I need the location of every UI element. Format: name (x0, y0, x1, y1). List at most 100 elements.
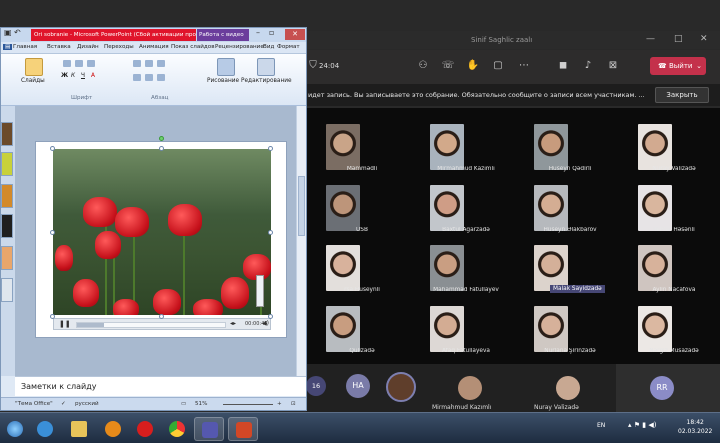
resize-handle[interactable] (159, 146, 164, 151)
resize-handle[interactable] (159, 314, 164, 319)
tab-format[interactable]: Формат (277, 44, 300, 50)
bold-icon[interactable]: Ж (61, 73, 68, 79)
resize-handle[interactable] (50, 146, 55, 151)
participant-tile[interactable]: Aylin Nacafova (618, 235, 720, 297)
avatar-ha[interactable]: HA (346, 374, 370, 398)
ppt-close-button[interactable]: ✕ (285, 29, 305, 40)
resize-handle[interactable] (50, 230, 55, 235)
taskbar-chrome[interactable] (162, 417, 192, 441)
fit-window-icon[interactable]: ⊡ (291, 401, 296, 407)
tab-animation[interactable]: Анимация (139, 44, 169, 50)
notes-pane[interactable]: Заметки к слайду (15, 376, 306, 396)
slide-thumbnail[interactable] (1, 214, 13, 238)
participant-tile[interactable]: USB (306, 175, 410, 237)
participant-tile[interactable]: Afaq Fatullayeva (410, 296, 514, 358)
bullets-icon[interactable] (133, 60, 141, 67)
zoom-slider[interactable] (223, 404, 273, 405)
italic-icon[interactable]: К (71, 73, 75, 79)
editing-label[interactable]: Редактирование (241, 78, 292, 84)
participant-tile[interactable]: Huseyn Qədirli (514, 114, 618, 176)
close-banner-button[interactable]: Закрыть (655, 87, 709, 103)
numbering-icon[interactable] (145, 60, 153, 67)
pause-icon[interactable]: ❚❚ (59, 320, 71, 328)
input-language[interactable]: EN (597, 422, 605, 429)
file-tab[interactable]: ▤ (3, 44, 13, 50)
participant-tile[interactable]: İlkmər Həsənli (618, 175, 720, 237)
maximize-button[interactable]: □ (674, 34, 683, 44)
avatar-rr[interactable]: RR (650, 376, 674, 400)
taskbar-explorer[interactable] (64, 417, 94, 441)
participant-tile[interactable]: Mahammad Fatullayev (410, 235, 514, 297)
normal-view-icon[interactable]: ▭ (181, 401, 186, 407)
tab-home[interactable]: Главная (13, 44, 37, 50)
close-window-button[interactable]: ✕ (700, 34, 708, 44)
participant-tile[interactable]: Malak Sayidzadə (514, 235, 618, 297)
taskbar-opera[interactable] (130, 417, 160, 441)
rooms-icon[interactable]: ▢ (491, 59, 505, 73)
resize-handle[interactable] (268, 146, 273, 151)
editing-icon[interactable] (257, 58, 275, 76)
participant-tile[interactable]: Nərgiz Musazadə (618, 296, 720, 358)
tulips-video-frame[interactable] (53, 149, 271, 315)
align-right-icon[interactable] (157, 74, 165, 81)
taskbar-clock[interactable]: 18:42 02.03.2022 (678, 418, 712, 436)
tab-insert[interactable]: Вставка (47, 44, 71, 50)
avatar-mirmahmud[interactable] (458, 376, 482, 400)
underline-icon[interactable]: Ч (81, 73, 85, 79)
start-button[interactable] (2, 417, 28, 441)
slides-button-label[interactable]: Слайды (21, 78, 45, 84)
resize-handle[interactable] (268, 230, 273, 235)
current-slide[interactable]: ❚❚ ◂▸ 00:00:45 ◀) (35, 136, 287, 338)
font-color-icon[interactable]: A (91, 73, 95, 79)
slide-thumbnail[interactable] (1, 278, 13, 302)
participant-tile[interactable]: rsa Huseynli (306, 235, 410, 297)
tab-review[interactable]: Рецензирование (215, 44, 264, 50)
status-language[interactable]: русский (75, 401, 99, 407)
participant-tile[interactable]: Mirmahmud Kazımlı (410, 114, 514, 176)
participant-tile[interactable]: Qulizadə (306, 296, 410, 358)
microphone-icon[interactable]: ♪ (581, 59, 595, 73)
volume-icon[interactable]: ◀) (262, 320, 269, 327)
undo-icon[interactable]: ↶ (14, 28, 21, 37)
chevron-down-icon[interactable]: ⌄ (696, 57, 702, 75)
taskbar-teams[interactable] (194, 417, 224, 441)
chat-icon[interactable]: ☏ (441, 59, 455, 73)
avatar-nuray[interactable] (556, 376, 580, 400)
zoom-in-icon[interactable]: + (277, 401, 282, 407)
volume-slider[interactable] (256, 275, 264, 307)
indent-icon[interactable] (157, 60, 165, 67)
font-icon[interactable] (63, 60, 71, 67)
participant-tile[interactable]: Nurlana Şirinzadə (514, 296, 618, 358)
save-icon[interactable]: ▣ (4, 28, 12, 37)
avatar-photo[interactable] (386, 372, 416, 402)
tab-view[interactable]: Вид (263, 44, 274, 50)
participant-tile[interactable]: Nuray Valizadə (618, 114, 720, 176)
slide-thumbnail[interactable] (1, 122, 13, 146)
participants-icon[interactable]: ⚇ (416, 59, 430, 73)
drawing-icon[interactable] (217, 58, 235, 76)
seek-bar[interactable] (76, 322, 226, 328)
taskbar-media[interactable] (98, 417, 128, 441)
align-left-icon[interactable] (133, 74, 141, 81)
camera-icon[interactable]: ◼ (556, 59, 570, 73)
tab-transitions[interactable]: Переходы (104, 44, 134, 50)
share-screen-icon[interactable]: ⊠ (606, 59, 620, 73)
taskbar-ie[interactable] (30, 417, 60, 441)
tray-icons[interactable]: ▴ ⚑ ▮ ◀) (628, 421, 656, 429)
more-actions-icon[interactable]: ⋯ (517, 59, 531, 73)
new-slide-icon[interactable] (25, 58, 43, 76)
leave-button[interactable]: ☎ Выйти ⌄ (650, 57, 706, 75)
participant-tile[interactable]: Hüseyn Əlakbarov (514, 175, 618, 237)
font-size-icon[interactable] (75, 60, 83, 67)
participant-tile[interactable]: Baxtul Ağarzadə (410, 175, 514, 237)
rotate-handle[interactable] (159, 136, 164, 141)
align-center-icon[interactable] (145, 74, 153, 81)
resize-handle[interactable] (268, 314, 273, 319)
vertical-scrollbar[interactable] (296, 106, 306, 376)
participant-count-badge[interactable]: 16 (306, 376, 326, 396)
ppt-minimize-button[interactable]: – (256, 28, 260, 37)
drawing-label[interactable]: Рисование (207, 78, 239, 84)
grow-font-icon[interactable] (87, 60, 95, 67)
participant-tile[interactable]: Məmmədli (306, 114, 410, 176)
raise-hand-icon[interactable]: ✋ (466, 59, 480, 73)
